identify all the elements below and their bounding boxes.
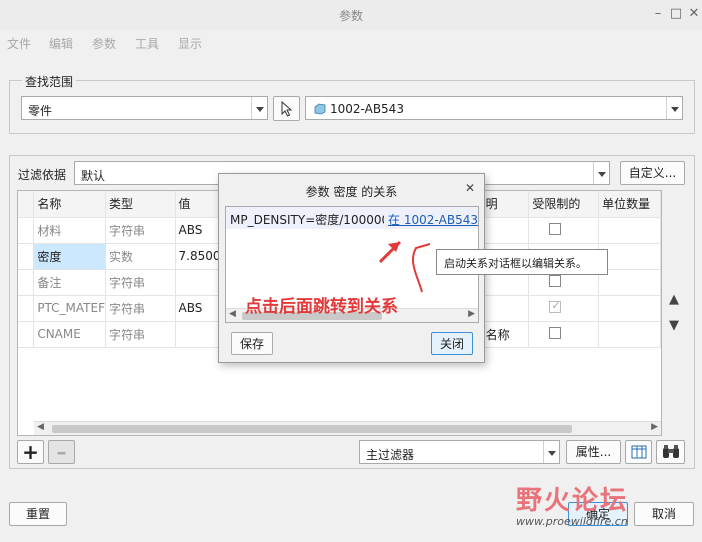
- row-type[interactable]: 字符串: [105, 269, 176, 296]
- row-name[interactable]: 材料: [33, 217, 106, 244]
- relation-dialog-titlebar: 参数 密度 的关系 ✕: [219, 174, 484, 204]
- menu-file[interactable]: 文件: [7, 35, 31, 52]
- row-value[interactable]: [175, 321, 222, 348]
- move-down-icon[interactable]: ▼: [669, 318, 679, 333]
- customize-button[interactable]: 自定义...: [620, 161, 685, 185]
- row-name[interactable]: PTC_MATEF: [33, 295, 106, 322]
- plus-icon: +: [22, 440, 39, 464]
- close-icon[interactable]: ✕: [465, 181, 475, 195]
- main-filter-value: 主过滤器: [366, 448, 415, 462]
- row-type[interactable]: 实数: [105, 243, 176, 270]
- row-value[interactable]: ABS: [175, 217, 222, 244]
- main-filter-select[interactable]: 主过滤器: [359, 440, 560, 464]
- watermark-logo: 野火论坛: [516, 486, 629, 516]
- minimize-icon[interactable]: –: [650, 6, 666, 22]
- cancel-button[interactable]: 取消: [634, 502, 694, 526]
- window-title: 参数: [338, 9, 363, 23]
- scope-select[interactable]: 零件: [21, 96, 268, 120]
- part-icon: [314, 103, 326, 115]
- chevron-down-icon: [251, 97, 267, 119]
- object-select-value: 1002-AB543: [330, 102, 404, 116]
- row-type[interactable]: 字符串: [105, 295, 176, 322]
- move-up-icon[interactable]: ▲: [669, 292, 679, 307]
- cursor-arrow-icon: [281, 100, 292, 117]
- column-value[interactable]: 值: [175, 191, 222, 218]
- menu-edit[interactable]: 编辑: [49, 35, 73, 52]
- close-button[interactable]: 关闭: [431, 332, 473, 355]
- table-scrollbar[interactable]: ◀ ▶: [34, 421, 661, 435]
- restricted-checkbox[interactable]: [549, 274, 562, 287]
- minus-icon: –: [56, 440, 67, 464]
- object-select[interactable]: 1002-AB543: [305, 96, 683, 120]
- row-description[interactable]: [482, 295, 530, 322]
- row-value[interactable]: 7.8500: [175, 243, 222, 270]
- scroll-left-icon[interactable]: ◀: [229, 309, 236, 319]
- remove-parameter-button[interactable]: –: [48, 440, 75, 464]
- row-name[interactable]: 密度: [33, 243, 106, 270]
- binoculars-icon: [662, 445, 679, 458]
- search-scope-label: 查找范围: [22, 73, 77, 90]
- restricted-checkbox[interactable]: [549, 222, 562, 235]
- row-name[interactable]: CNAME: [33, 321, 106, 348]
- scrollbar-thumb[interactable]: [52, 425, 572, 433]
- column-unit-quantity[interactable]: 单位数量: [598, 191, 661, 218]
- select-object-button[interactable]: [273, 96, 300, 121]
- relation-dialog-title: 参数 密度 的关系: [305, 185, 398, 199]
- row-value[interactable]: [175, 269, 222, 296]
- row-name[interactable]: 备注: [33, 269, 106, 296]
- menu-parameters[interactable]: 参数: [92, 35, 116, 52]
- menu-bar: 文件 编辑 参数 工具 显示: [0, 30, 702, 54]
- scroll-right-icon[interactable]: ▶: [651, 422, 658, 432]
- scroll-right-icon[interactable]: ▶: [468, 309, 475, 319]
- table-columns-icon: [631, 445, 646, 459]
- filter-select-value: 默认: [81, 169, 106, 183]
- chevron-down-icon: [543, 441, 559, 463]
- menu-tools[interactable]: 工具: [135, 35, 159, 52]
- row-description[interactable]: 名称: [482, 321, 530, 348]
- close-window-icon[interactable]: ✕: [686, 6, 702, 22]
- menu-display[interactable]: 显示: [178, 35, 202, 52]
- title-bar: 参数 – □ ✕: [0, 0, 702, 30]
- reset-button[interactable]: 重置: [9, 502, 67, 526]
- relation-row[interactable]: MP_DENSITY=密度/100000 在 1002-AB543.F: [226, 207, 478, 229]
- column-type[interactable]: 类型: [105, 191, 176, 218]
- chevron-down-icon: [666, 97, 682, 119]
- scope-select-value: 零件: [28, 104, 53, 118]
- annotation-arrow-icon: [378, 240, 431, 293]
- maximize-icon[interactable]: □: [668, 6, 684, 22]
- row-type[interactable]: 字符串: [105, 217, 176, 244]
- find-button[interactable]: [656, 440, 685, 464]
- row-value[interactable]: ABS: [175, 295, 222, 322]
- properties-button[interactable]: 属性...: [566, 440, 621, 464]
- table-view-button[interactable]: [625, 440, 652, 464]
- annotation-text: 点击后面跳转到关系: [245, 297, 398, 317]
- column-name[interactable]: 名称: [33, 191, 106, 218]
- filter-label: 过滤依据: [18, 168, 67, 182]
- restricted-checkbox[interactable]: [549, 326, 562, 339]
- tooltip: 启动关系对话框以编辑关系。: [436, 249, 608, 275]
- column-restricted[interactable]: 受限制的: [528, 191, 600, 218]
- column-description[interactable]: 明: [482, 191, 530, 218]
- scroll-left-icon[interactable]: ◀: [37, 422, 44, 432]
- watermark: 野火论坛 www.proewildfire.cn: [516, 480, 628, 528]
- row-description[interactable]: [482, 217, 530, 244]
- add-parameter-button[interactable]: +: [17, 440, 44, 464]
- save-button[interactable]: 保存: [231, 332, 273, 355]
- chevron-down-icon: [593, 162, 609, 184]
- row-type[interactable]: 字符串: [105, 321, 176, 348]
- restricted-checkbox[interactable]: [549, 299, 562, 313]
- watermark-url: www.proewildfire.cn: [516, 515, 628, 528]
